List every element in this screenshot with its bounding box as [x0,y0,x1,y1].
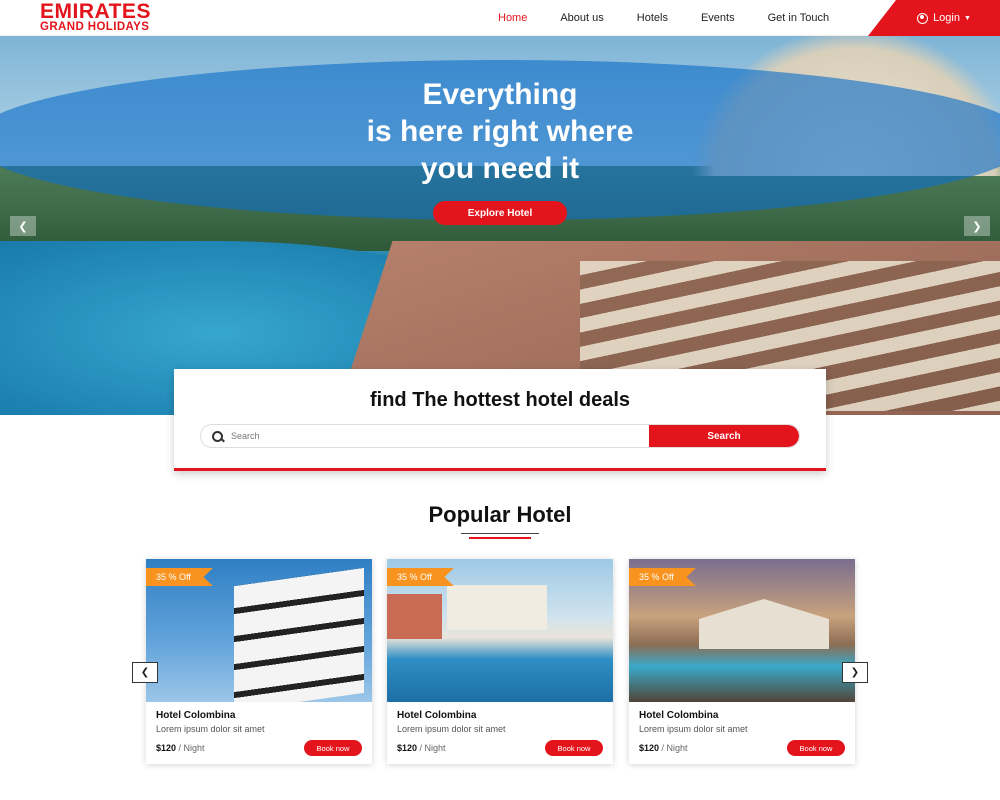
nav-item-contact[interactable]: Get in Touch [768,12,830,24]
price-unit: / Night [659,743,688,753]
hero-title-line1: Everything [422,78,578,111]
hero-banner: Everything is here right where you need … [0,36,1000,415]
price-amount: $120 [639,743,660,753]
discount-badge: 35 % Off [146,568,213,586]
hotel-description: Lorem ipsum dolor sit amet [397,724,506,734]
hotel-price: $120 / Night [156,743,205,753]
popular-hotel-title: Popular Hotel [428,502,572,527]
nav-item-hotels[interactable]: Hotels [637,12,668,24]
login-button[interactable]: Login ▼ [868,0,1000,36]
brand-line2: GRAND HOLIDAYS [40,21,150,33]
price-unit: / Night [176,743,205,753]
hotel-name: Hotel Colombina [639,710,719,721]
main-nav: Home About us Hotels Events Get in Touch [498,0,862,36]
carousel-prev-button[interactable]: ❮ [132,662,158,683]
discount-badge: 35 % Off [629,568,696,586]
nav-item-home[interactable]: Home [498,12,527,24]
hotel-name: Hotel Colombina [397,710,477,721]
navbar: EMIRATES GRAND HOLIDAYS Home About us Ho… [0,0,1000,36]
deals-title: find The hottest hotel deals [369,389,630,411]
title-divider-accent [469,537,531,539]
deals-search-box: find The hottest hotel deals Search [174,369,826,471]
hero-title-line2: is here right where [366,115,634,148]
hotel-card[interactable]: 35 % Off Hotel Colombina Lorem ipsum dol… [146,559,372,764]
search-bar: Search [200,424,800,448]
price-unit: / Night [417,743,446,753]
search-button[interactable]: Search [649,425,799,447]
hotel-price: $120 / Night [639,743,688,753]
brand-line1: EMIRATES [40,0,151,23]
hotel-price: $120 / Night [397,743,446,753]
book-now-button[interactable]: Book now [304,740,362,756]
hero-title: Everything is here right where you need … [0,76,1000,187]
search-icon [201,425,229,447]
user-icon [917,12,929,24]
title-divider [461,533,539,534]
search-input[interactable] [229,425,649,447]
price-amount: $120 [397,743,418,753]
chevron-right-icon: ❯ [972,220,982,233]
caret-down-icon: ▼ [963,14,971,22]
brand-logo[interactable]: EMIRATES GRAND HOLIDAYS [40,0,151,34]
price-amount: $120 [156,743,177,753]
nav-item-about[interactable]: About us [560,12,603,24]
chevron-left-icon: ❮ [140,667,150,678]
hero-next-arrow[interactable]: ❯ [964,216,990,236]
hero-prev-arrow[interactable]: ❮ [10,216,36,236]
hotel-card[interactable]: 35 % Off Hotel Colombina Lorem ipsum dol… [629,559,855,764]
explore-hotel-button[interactable]: Explore Hotel [433,201,567,225]
book-now-button[interactable]: Book now [787,740,845,756]
chevron-right-icon: ❯ [850,667,860,678]
hotel-description: Lorem ipsum dolor sit amet [639,724,748,734]
hotel-card[interactable]: 35 % Off Hotel Colombina Lorem ipsum dol… [387,559,613,764]
hotel-name: Hotel Colombina [156,710,236,721]
chevron-left-icon: ❮ [18,220,28,233]
nav-item-events[interactable]: Events [701,12,735,24]
login-label: Login [933,12,960,24]
hero-title-line3: you need it [420,152,580,185]
book-now-button[interactable]: Book now [545,740,603,756]
hotel-description: Lorem ipsum dolor sit amet [156,724,265,734]
carousel-next-button[interactable]: ❯ [842,662,868,683]
discount-badge: 35 % Off [387,568,454,586]
